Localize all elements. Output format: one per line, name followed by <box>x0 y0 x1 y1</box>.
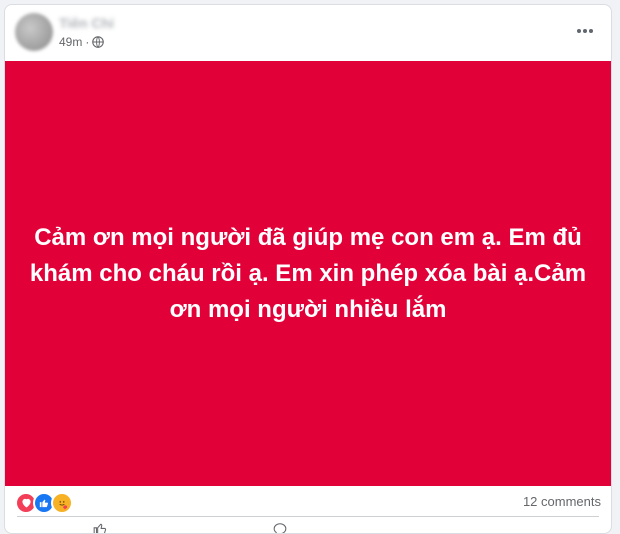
more-options-button[interactable] <box>573 19 597 43</box>
globe-icon[interactable] <box>92 36 105 48</box>
action-bar <box>5 517 611 534</box>
avatar[interactable] <box>15 13 53 51</box>
reactions-summary: 12 comments <box>5 486 611 516</box>
author-name[interactable]: Tiên Chi <box>59 15 114 31</box>
status-text: Cảm ơn mọi người đã giúp mẹ con em ạ. Em… <box>29 223 587 323</box>
post-meta: 49m · <box>59 35 105 49</box>
post-header: Tiên Chi 49m · <box>5 5 611 61</box>
post-timestamp[interactable]: 49m <box>59 35 82 49</box>
status-background: Cảm ơn mọi người đã giúp mẹ con em ạ. Em… <box>5 61 611 486</box>
more-dots-icon <box>577 29 593 33</box>
care-reaction-icon <box>51 492 73 514</box>
reaction-icons[interactable] <box>15 492 73 514</box>
like-icon[interactable] <box>93 522 107 534</box>
comment-icon[interactable] <box>273 522 287 534</box>
post-card: Tiên Chi 49m · Cảm ơn mọi người đã giúp … <box>4 4 612 534</box>
comments-count[interactable]: 12 comments <box>523 494 601 509</box>
